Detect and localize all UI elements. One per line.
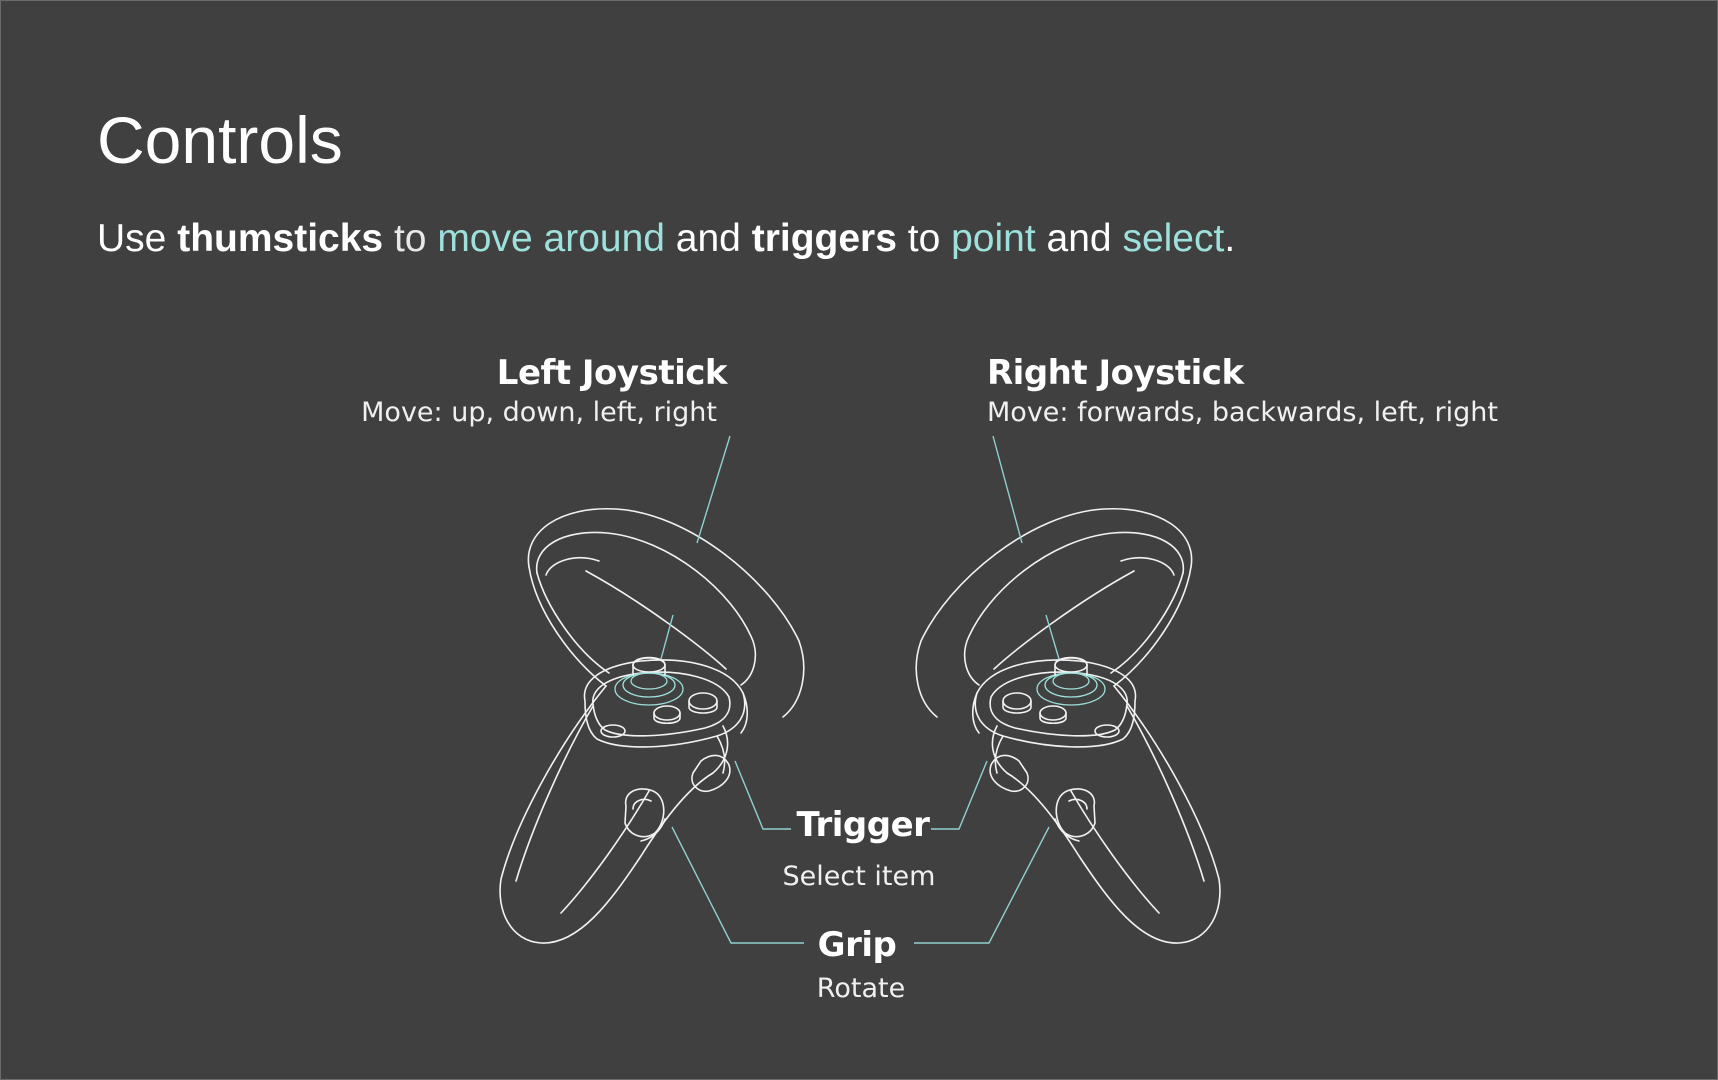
right-joystick-title: Right Joystick <box>987 353 1245 393</box>
leader-trigger-right <box>931 760 988 830</box>
right-controller-icon <box>915 508 1221 944</box>
right-joystick-desc: Move: forwards, backwards, left, right <box>987 397 1498 428</box>
grip-desc: Rotate <box>817 973 905 1004</box>
controls-screen: Controls Use thumsticks to move around a… <box>0 0 1718 1080</box>
leader-left-joystick <box>696 435 731 544</box>
left-joystick-title: Left Joystick <box>497 353 729 393</box>
left-joystick-desc: Move: up, down, left, right <box>361 397 717 428</box>
left-controller-icon <box>499 508 805 944</box>
leader-trigger-left <box>734 760 791 830</box>
grip-title: Grip <box>818 925 897 965</box>
leader-right-joystick-inner <box>1045 614 1060 660</box>
trigger-desc: Select item <box>783 861 936 892</box>
leader-right-joystick <box>992 435 1023 544</box>
trigger-title: Trigger <box>797 805 931 845</box>
controller-diagram: Left Joystick Move: up, down, left, righ… <box>361 353 1498 1004</box>
